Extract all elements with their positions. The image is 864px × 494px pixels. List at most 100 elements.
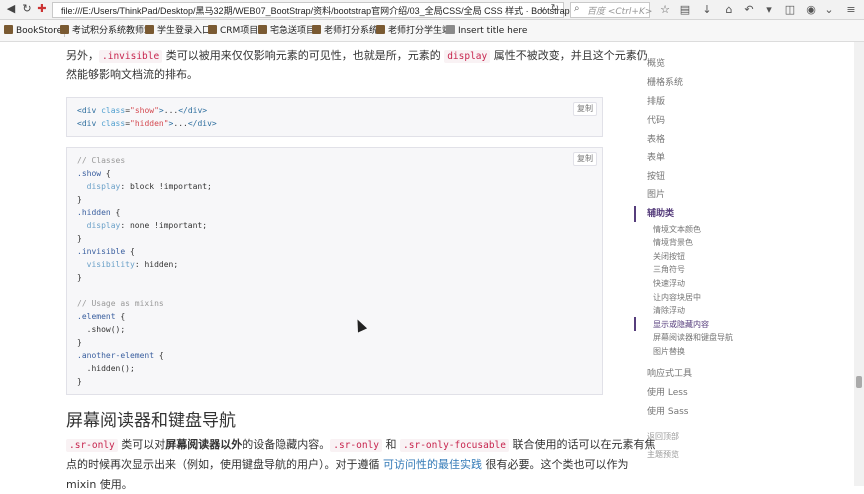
bookmark-folder-icon [4, 25, 13, 34]
refresh-icon[interactable]: ↻ [20, 2, 34, 16]
sidebar-subitem[interactable]: 关闭按钮 [653, 251, 685, 262]
sidebar-subitem[interactable]: 情境背景色 [653, 237, 693, 248]
chevron-down-icon[interactable]: ⌄ [822, 3, 836, 17]
code-line: .invisible { [77, 247, 135, 256]
browser-toolbar: ◀ ↻ ✚ file:///E:/Users/ThinkPad/Desktop/… [0, 0, 864, 20]
theme-preview-link[interactable]: 主题预览 [647, 449, 679, 461]
sidebar-subitem[interactable]: 图片替换 [653, 346, 685, 357]
code-line: } [77, 195, 82, 204]
sidebar-nav: 概览 栅格系统 排版 代码 表格 表单 按钮 图片 辅助类 情境文本颜色 情境背… [634, 42, 774, 486]
section-heading: 屏幕阅读器和键盘导航 [66, 411, 236, 431]
code-block-less: 复制 // Classes .show { display: block !imp… [66, 147, 603, 395]
bookmark-item[interactable]: 考试积分系统教师端 [60, 25, 153, 37]
back-to-top-link[interactable]: 返回顶部 [647, 431, 679, 443]
sidebar-subitem[interactable]: 情境文本颜色 [653, 224, 701, 235]
sidebar-subitem[interactable]: 快速浮动 [653, 278, 685, 289]
reading-list-icon[interactable]: ▤ [678, 3, 692, 17]
inline-code: .sr-only-focusable [400, 439, 509, 452]
sidebar-subitem[interactable]: 清除浮动 [653, 305, 685, 316]
site-info-icon[interactable]: ✚ [35, 2, 49, 16]
sidebar-item-helpers[interactable]: 辅助类 [647, 208, 674, 220]
copy-button[interactable]: 复制 [573, 102, 597, 116]
bookmarks-bar: BookStore 考试积分系统教师端 学生登录入口 CRM项目 宅急送项目 老… [0, 20, 864, 42]
inline-code: .sr-only [66, 439, 118, 452]
paragraph: 另外， .invisible 类可以被用来仅仅影响元素的可见性，也就是所，元素的 … [66, 49, 648, 63]
bookmark-folder-icon [258, 25, 267, 34]
home-icon[interactable]: ⌂ [722, 3, 736, 17]
inline-code: display [444, 50, 491, 63]
address-bar[interactable]: file:///E:/Users/ThinkPad/Desktop/黑马32期/… [52, 2, 570, 18]
sidebar-subitem[interactable]: 屏幕阅读器和键盘导航 [653, 332, 733, 343]
bookmark-item[interactable]: CRM项目 [208, 25, 258, 37]
bookmark-folder-icon [145, 25, 154, 34]
sidebar-item-forms[interactable]: 表单 [647, 152, 665, 164]
code-line: display: block !important; [86, 182, 212, 191]
code-line: visibility: hidden; [86, 260, 179, 269]
code-block-html: 复制 <div class="show">...</div> <div clas… [66, 97, 603, 137]
code-line: .element { [77, 312, 126, 321]
code-line: } [77, 377, 82, 386]
code-line: display: none !important; [86, 221, 208, 230]
code-line: <div class="show">...</div> [77, 106, 208, 115]
search-placeholder: 百度 <Ctrl+K> [587, 7, 653, 17]
address-suffix: v [540, 4, 546, 14]
code-line: .hidden { [77, 208, 121, 217]
code-line: <div class="hidden">...</div> [77, 119, 217, 128]
bookmark-folder-icon [376, 25, 385, 34]
bookmark-item[interactable]: 学生登录入口 [145, 25, 211, 37]
scrollbar-thumb[interactable] [856, 376, 862, 388]
menu-icon[interactable]: ≡ [844, 3, 858, 17]
inline-code: .sr-only [330, 439, 383, 452]
code-line: // Classes [77, 156, 126, 165]
sync-icon[interactable]: ◉ [804, 3, 818, 17]
paragraph-line: 点的时候再次显示出来（例如，使用键盘导航的用户）。对于遵循 可访问性的最佳实践 … [66, 458, 629, 471]
reload-icon[interactable]: ↻ [551, 3, 559, 14]
sidebar-item-buttons[interactable]: 按钮 [647, 171, 665, 183]
accessibility-link[interactable]: 可访问性的最佳实践 [383, 458, 482, 471]
download-icon[interactable]: ↓ [700, 3, 714, 17]
search-input[interactable]: ⌕ 百度 <Ctrl+K> [570, 2, 653, 18]
sidebar-item-code[interactable]: 代码 [647, 115, 665, 127]
paragraph-line: 然能够影响文档流的排布。 [66, 68, 198, 81]
bookmark-folder-icon [60, 25, 69, 34]
bookmark-folder-icon [208, 25, 217, 34]
sidebar-item-sass[interactable]: 使用 Sass [647, 406, 688, 418]
active-sub-indicator [634, 317, 636, 331]
bookmark-item[interactable]: 老师打分系统 [312, 25, 378, 37]
bookmark-item[interactable]: 老师打分学生端 [376, 25, 451, 37]
bookmark-page-icon [446, 25, 455, 34]
search-icon: ⌕ [574, 3, 580, 14]
bookmark-item[interactable]: BookStore [4, 25, 62, 37]
sidebar-item-images[interactable]: 图片 [647, 189, 665, 201]
bookmark-item[interactable]: 宅急送项目 [258, 25, 315, 37]
sidebar-subitem-active[interactable]: 显示或隐藏内容 [653, 319, 709, 330]
scrollbar[interactable] [854, 42, 864, 486]
code-line: .show(); [77, 325, 126, 334]
sidebar-item-less[interactable]: 使用 Less [647, 387, 688, 399]
code-line: .show { [77, 169, 111, 178]
code-line: // Usage as mixins [77, 299, 164, 308]
sidebar-item-tables[interactable]: 表格 [647, 134, 665, 146]
pocket-icon[interactable]: ▾ [762, 3, 776, 17]
sidebar-subitem[interactable]: 三角符号 [653, 264, 685, 275]
sidebar-subitem[interactable]: 让内容块居中 [653, 292, 701, 303]
code-line: .hidden(); [77, 364, 135, 373]
code-line: } [77, 234, 82, 243]
code-line: } [77, 273, 82, 282]
paragraph: .sr-only 类可以对屏幕阅读器以外的设备隐藏内容。 .sr-only 和 .… [66, 435, 655, 455]
copy-button[interactable]: 复制 [573, 152, 597, 166]
inline-code: .invisible [99, 50, 163, 63]
sidebar-item-responsive[interactable]: 响应式工具 [647, 368, 692, 380]
undo-icon[interactable]: ↶ [742, 3, 756, 17]
sidebar-item-grid[interactable]: 栅格系统 [647, 77, 683, 89]
back-icon[interactable]: ◀ [4, 2, 18, 16]
code-line: .another-element { [77, 351, 164, 360]
paragraph-line: mixin 使用。 [66, 478, 133, 491]
active-indicator [634, 206, 636, 222]
extension-icon[interactable]: ◫ [783, 3, 797, 17]
sidebar-item-overview[interactable]: 概览 [647, 58, 665, 70]
star-icon[interactable]: ☆ [658, 3, 672, 17]
bookmark-folder-icon [312, 25, 321, 34]
sidebar-item-typography[interactable]: 排版 [647, 96, 665, 108]
bookmark-item[interactable]: Insert title here [446, 25, 527, 37]
